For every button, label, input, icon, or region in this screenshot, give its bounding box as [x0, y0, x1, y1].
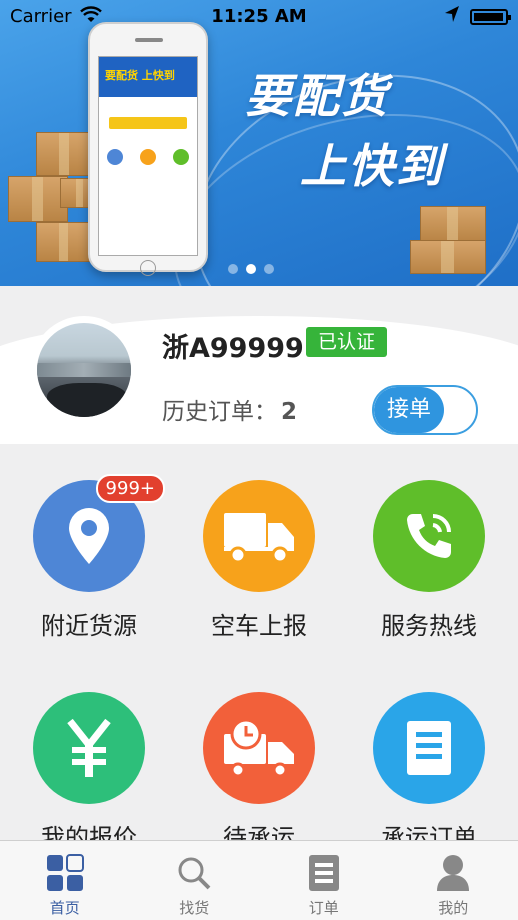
nearby-cargo-count-badge: 999+	[95, 474, 165, 503]
banner-slogan-line2: 上快到	[300, 139, 444, 193]
list-icon	[304, 853, 344, 893]
grid-item-nearby-cargo[interactable]: 999+ 附近货源	[4, 474, 174, 641]
clock-time: 11:25 AM	[211, 6, 307, 27]
grid-item-label: 空车上报	[211, 612, 307, 640]
tab-find-cargo[interactable]: 找货	[130, 841, 260, 920]
grid-item-label: 附近货源	[41, 612, 137, 640]
verified-badge: 已认证	[306, 327, 388, 357]
phone-screen-title: 要配货 上快到	[99, 57, 197, 97]
grid-item-service-hotline[interactable]: 服务热线	[344, 480, 514, 641]
accept-orders-toggle-label: 接单	[374, 387, 444, 433]
tab-home[interactable]: 首页	[0, 841, 130, 920]
history-orders[interactable]: 历史订单： 2	[162, 392, 297, 426]
profile-card: 浙A99999 已认证 历史订单： 2 接单	[0, 286, 518, 516]
grid-item-pending-shipment[interactable]: 待承运	[174, 692, 344, 840]
grid-item-empty-truck-report[interactable]: 空车上报	[174, 480, 344, 641]
cargo-box-graphic	[420, 206, 486, 242]
home-grid-icon	[45, 853, 85, 893]
clock-truck-icon	[203, 692, 315, 804]
location-pin-icon: 999+	[33, 474, 165, 592]
phone-icon	[373, 480, 485, 592]
truck-icon	[203, 480, 315, 592]
tab-orders[interactable]: 订单	[259, 841, 389, 920]
avatar[interactable]	[30, 316, 138, 424]
banner-slogan-line1: 要配货	[245, 69, 389, 123]
banner-carousel[interactable]: 要配货 上快到 要配货 上快到	[0, 0, 518, 286]
carousel-dot[interactable]	[228, 264, 238, 274]
cargo-box-graphic	[8, 176, 68, 222]
cargo-box-graphic	[410, 240, 486, 274]
battery-icon	[470, 9, 511, 25]
grid-item-my-quotes[interactable]: 我的报价	[4, 692, 174, 840]
status-bar: Carrier 11:25 AM	[0, 0, 518, 34]
feature-grid: 999+ 附近货源 空车上报 服务热线 我的报价 待承运 承运订单	[0, 444, 518, 840]
grid-item-label: 承运订单	[381, 824, 477, 840]
tab-label: 找货	[179, 899, 210, 917]
history-orders-count: 2	[281, 399, 298, 425]
grid-item-label: 待承运	[223, 824, 295, 840]
avatar-photo	[37, 323, 131, 417]
tab-label: 订单	[308, 899, 339, 917]
accept-orders-toggle[interactable]: 接单	[372, 385, 478, 435]
tab-bar: 首页 找货 订单 我的	[0, 840, 518, 920]
phone-mockup-image: 要配货 上快到	[88, 22, 208, 276]
grid-item-label: 服务热线	[381, 612, 477, 640]
user-icon	[433, 853, 473, 893]
tab-label: 我的	[438, 899, 469, 917]
document-icon	[373, 692, 485, 804]
history-orders-label: 历史订单：	[162, 399, 277, 425]
grid-item-carrier-orders[interactable]: 承运订单	[344, 692, 514, 840]
carousel-dot-active[interactable]	[246, 264, 256, 274]
search-icon	[174, 853, 214, 893]
grid-item-label: 我的报价	[41, 824, 137, 840]
yen-icon	[33, 692, 145, 804]
location-arrow-icon	[444, 5, 460, 28]
cargo-box-graphic	[36, 132, 94, 176]
tab-mine[interactable]: 我的	[389, 841, 518, 920]
carousel-dot[interactable]	[264, 264, 274, 274]
tab-label: 首页	[49, 899, 80, 917]
license-plate: 浙A99999	[162, 333, 304, 364]
carousel-page-dots[interactable]	[228, 264, 274, 274]
cargo-box-graphic	[36, 222, 92, 262]
